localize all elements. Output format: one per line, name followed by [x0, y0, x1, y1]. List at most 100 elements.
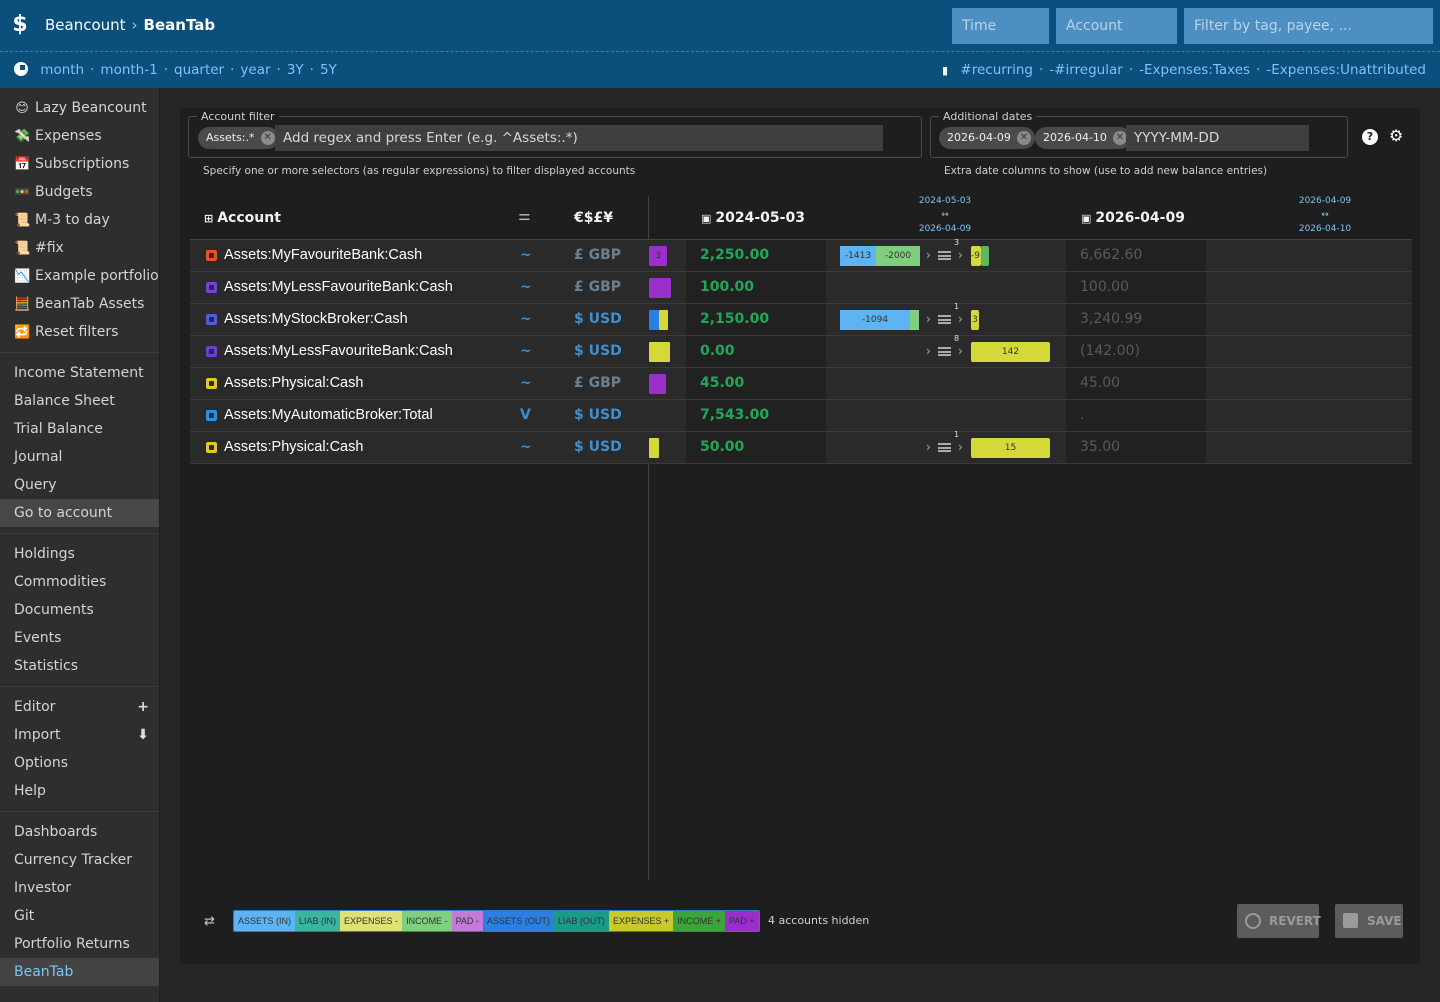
time-link[interactable]: 5Y	[320, 62, 337, 78]
filter-link[interactable]: -#irregular	[1049, 62, 1123, 78]
time-link[interactable]: quarter	[174, 62, 224, 78]
balance-date-2[interactable]: 6,662.60	[1080, 240, 1142, 271]
sidebar-item-action-icon[interactable]: +	[137, 693, 149, 721]
account-flag[interactable]: ~	[520, 336, 532, 367]
sidebar-item[interactable]: Statistics	[0, 652, 159, 680]
sidebar-item-extension[interactable]: 💸 Expenses	[0, 122, 159, 150]
account-regex-input[interactable]: Add regex and press Enter (e.g. ^Assets:…	[275, 125, 883, 151]
remove-chip-icon[interactable]: ✕	[1112, 131, 1127, 145]
time-link[interactable]: month-1	[100, 62, 157, 78]
pending-flow-block[interactable]: 142	[971, 342, 1050, 362]
filter-link[interactable]: #recurring	[960, 62, 1033, 78]
pending-flow-block[interactable]	[981, 246, 989, 266]
table-row[interactable]: Assets:Physical:Cash ~ $ USD 50.00 › 1 › 15 35.0…	[190, 430, 1412, 464]
gear-icon[interactable]: ⚙	[1389, 126, 1403, 145]
balance-date-2[interactable]: .	[1080, 400, 1084, 431]
time-link[interactable]: 3Y	[287, 62, 304, 78]
sliders-icon[interactable]: ⚌	[518, 208, 531, 224]
sidebar-item[interactable]: Investor	[0, 874, 159, 902]
sidebar-item-tool[interactable]: Import ⬇	[0, 721, 159, 749]
help-icon[interactable]: ?	[1362, 129, 1378, 145]
date-column-header-2[interactable]: ▣ 2026-04-09	[1081, 210, 1185, 226]
table-row[interactable]: Assets:Physical:Cash ~ £ GBP 45.00 45.00	[190, 368, 1412, 400]
remove-chip-icon[interactable]: ✕	[1016, 131, 1031, 145]
pending-flow-block[interactable]: 3	[971, 310, 979, 330]
remove-chip-icon[interactable]: ✕	[260, 131, 275, 145]
balance-date-2[interactable]: (142.00)	[1080, 336, 1140, 367]
table-row[interactable]: Assets:MyStockBroker:Cash ~ $ USD 2,150.00 -…	[190, 302, 1412, 336]
account-filter-input[interactable]: Account	[1056, 8, 1177, 44]
date-chip[interactable]: 2026-04-10 ✕	[1035, 127, 1131, 149]
account-flag[interactable]: ~	[520, 272, 532, 303]
transaction-flow-block[interactable]: -2000	[876, 246, 920, 266]
balance-date-1[interactable]: 7,543.00	[700, 400, 769, 431]
sidebar-item[interactable]: Income Statement	[0, 359, 159, 387]
transactions-list-icon[interactable]	[938, 443, 951, 452]
balance-date-2[interactable]: 45.00	[1080, 368, 1120, 399]
hidden-accounts-count[interactable]: 4 accounts hidden	[768, 914, 869, 927]
account-name[interactable]: Assets:MyFavouriteBank:Cash	[224, 240, 422, 271]
balance-date-1[interactable]: 0.00	[700, 336, 735, 367]
balance-date-1[interactable]: 2,250.00	[700, 240, 769, 271]
date-input[interactable]: YYYY-MM-DD	[1126, 125, 1309, 151]
filter-link[interactable]: -Expenses:Unattributed	[1266, 62, 1426, 78]
account-name[interactable]: Assets:MyLessFavouriteBank:Cash	[224, 272, 453, 303]
transactions-list-icon[interactable]	[938, 251, 951, 260]
account-name[interactable]: Assets:MyStockBroker:Cash	[224, 304, 408, 335]
table-row[interactable]: Assets:MyFavouriteBank:Cash ~ £ GBP 3 2,250.…	[190, 238, 1412, 272]
account-name[interactable]: Assets:MyAutomaticBroker:Total	[224, 400, 433, 431]
sidebar-item[interactable]: Trial Balance	[0, 415, 159, 443]
sidebar-item[interactable]: Documents	[0, 596, 159, 624]
sidebar-item-extension[interactable]: 🚥 Budgets	[0, 178, 159, 206]
currency-column-header[interactable]: €$£¥	[574, 210, 613, 226]
account-flag[interactable]: ~	[520, 432, 532, 463]
time-link[interactable]: month	[40, 62, 84, 78]
sidebar-item[interactable]: Dashboards	[0, 818, 159, 846]
transaction-flow-block[interactable]	[910, 310, 919, 330]
transaction-flow-block[interactable]: -1413	[840, 246, 876, 266]
account-name[interactable]: Assets:MyLessFavouriteBank:Cash	[224, 336, 453, 367]
sidebar-item[interactable]: BeanTab	[0, 958, 159, 986]
swap-icon[interactable]: ⇄	[204, 914, 215, 929]
time-filter-input[interactable]: Time	[952, 8, 1049, 44]
sidebar-item[interactable]: Events	[0, 624, 159, 652]
account-flag[interactable]: V	[520, 400, 531, 431]
sidebar-item-tool[interactable]: Editor +	[0, 693, 159, 721]
pending-flow-block[interactable]: -911	[971, 246, 991, 266]
sidebar-item[interactable]: Holdings	[0, 540, 159, 568]
balance-date-1[interactable]: 100.00	[700, 272, 754, 303]
revert-button[interactable]: REVERT	[1237, 904, 1321, 938]
sidebar-item-tool[interactable]: Options	[0, 749, 159, 777]
sidebar-item[interactable]: Go to account	[0, 499, 159, 527]
balance-date-1[interactable]: 45.00	[700, 368, 744, 399]
sidebar-item-extension[interactable]: 📉 Example portfolio	[0, 262, 159, 290]
account-flag[interactable]: ~	[520, 240, 532, 271]
beancount-logo-icon[interactable]: $	[8, 12, 32, 38]
account-flag[interactable]: ~	[520, 368, 532, 399]
save-button[interactable]: SAVE	[1335, 904, 1403, 938]
sidebar-item-tool[interactable]: Help	[0, 777, 159, 805]
sidebar-item[interactable]: Git	[0, 902, 159, 930]
balance-date-2[interactable]: 35.00	[1080, 432, 1120, 463]
sidebar-item[interactable]: Currency Tracker	[0, 846, 159, 874]
tag-payee-filter-input[interactable]: Filter by tag, payee, ...	[1184, 8, 1433, 44]
time-link[interactable]: year	[240, 62, 270, 78]
filter-link[interactable]: -Expenses:Taxes	[1139, 62, 1250, 78]
account-flag[interactable]: ~	[520, 304, 532, 335]
account-name[interactable]: Assets:Physical:Cash	[224, 432, 363, 463]
pending-flow-block[interactable]: 15	[971, 438, 1050, 458]
date-column-header-1[interactable]: ▣ 2024-05-03	[701, 210, 805, 226]
date-chip[interactable]: 2026-04-09 ✕	[939, 127, 1035, 149]
balance-date-2[interactable]: 3,240.99	[1080, 304, 1142, 335]
sidebar-item-action-icon[interactable]: ⬇	[137, 721, 149, 749]
balance-date-2[interactable]: 100.00	[1080, 272, 1129, 303]
sidebar-item[interactable]: Balance Sheet	[0, 387, 159, 415]
transactions-list-icon[interactable]	[938, 315, 951, 324]
sidebar-item-extension[interactable]: 📜 M-3 to day	[0, 206, 159, 234]
table-row[interactable]: Assets:MyAutomaticBroker:Total V $ USD 7,54…	[190, 400, 1412, 432]
table-row[interactable]: Assets:MyLessFavouriteBank:Cash ~ $ USD 0.0…	[190, 334, 1412, 368]
balance-date-1[interactable]: 2,150.00	[700, 304, 769, 335]
sidebar-item-extension[interactable]: 📅 Subscriptions	[0, 150, 159, 178]
sidebar-item[interactable]: Journal	[0, 443, 159, 471]
sidebar-item-extension[interactable]: 😊 Lazy Beancount	[0, 94, 159, 122]
